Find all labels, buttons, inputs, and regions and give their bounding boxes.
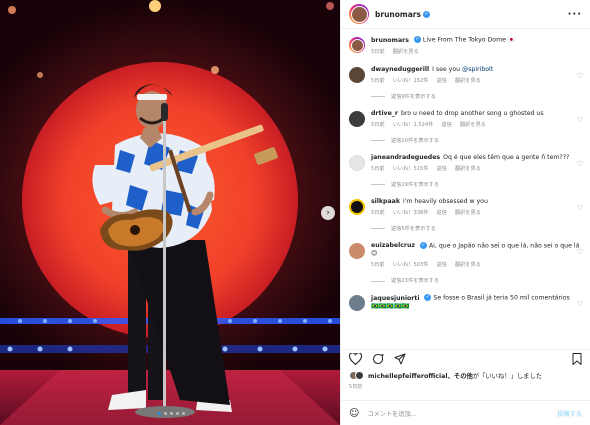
view-replies[interactable]: 返信9件を表示する [371,93,583,101]
comment-icon[interactable] [372,353,384,365]
translate-button[interactable]: 翻訳を見る [455,209,481,217]
reply-button[interactable]: 返信 [437,261,447,269]
concert-image [0,0,340,425]
liked-by-others[interactable]: 、その他 [448,373,473,380]
heart-icon[interactable]: ♡ [577,204,583,212]
commenter-avatar[interactable] [349,154,365,171]
post-side-panel: brunomars ✓ ··· brunomars ✓ Live From The… [340,0,590,425]
liked-by-tail: が「いいね！」しました [472,373,543,380]
comment-time: 5日前 [371,165,385,172]
caption-username[interactable]: brunomars [371,37,409,44]
comment-emoji: 😊 [371,250,378,257]
view-replies[interactable]: 返信5件を表示する [371,225,583,233]
heart-icon[interactable]: ♡ [577,72,583,80]
heart-icon[interactable]: ♡ [577,116,583,124]
commenter-avatar[interactable] [349,198,365,215]
reply-button[interactable]: 返信 [441,121,451,129]
comment-item: dwayneduggerill I see you @spiribolt 5日前 い… [349,66,583,101]
more-icon[interactable]: ··· [568,9,582,20]
caption-translate[interactable]: 翻訳を見る [393,48,419,56]
caption-text: Live From The Tokyo Dome [422,36,506,44]
liker-avatar[interactable] [355,371,364,380]
comment-item: drtive_r bro u need to drop another song … [349,110,583,145]
comment-item: euizabelcruz ✓ Ai, que o Japão não sei o … [349,241,583,286]
add-comment-bar: ☺ コメントを追加... 投稿する [341,400,590,425]
commenter-username[interactable]: euizabelcruz [371,242,415,249]
view-replies[interactable]: 返信23件を表示する [371,277,583,285]
commenter-username[interactable]: dwayneduggerill [371,66,429,73]
commenter-username[interactable]: drtive_r [371,110,398,117]
translate-button[interactable]: 翻訳を見る [455,165,481,173]
heart-icon[interactable]: ♡ [577,300,583,308]
next-image-button[interactable]: › [321,206,335,220]
heart-icon[interactable] [349,352,362,365]
translate-button[interactable]: 翻訳を見る [460,121,486,129]
post-header: brunomars ✓ ··· [341,0,590,29]
author-avatar-small[interactable] [349,37,365,53]
commenter-username[interactable]: janeandradeguedes [371,154,440,161]
caption: brunomars ✓ Live From The Tokyo Dome 🇯🇵 5… [349,36,583,56]
share-icon[interactable] [394,353,406,365]
author-username[interactable]: brunomars [375,10,421,19]
comment-text: i'm heavily obsessed w you [402,197,488,205]
commenter-avatar[interactable] [349,242,365,259]
view-replies[interactable]: 返信10件を表示する [371,137,583,145]
verified-icon: ✓ [413,36,421,43]
comment-likes[interactable]: いいね！503件 [393,261,429,269]
carousel-indicator [158,412,185,415]
comment-text: I see you [432,65,463,73]
comment-likes[interactable]: いいね！515件 [393,165,429,173]
comment-time: 5日前 [371,262,385,268]
comment-likes[interactable]: いいね！338件 [393,209,429,217]
comment-time: 5日前 [371,209,385,216]
comment-time: 5日前 [371,121,385,128]
verified-icon: ✓ [424,294,432,301]
comment-likes[interactable]: いいね！152件 [393,77,429,85]
post-button[interactable]: 投稿する [557,409,582,418]
commenter-username[interactable]: jaquesjuniorti [371,295,419,302]
comments-list[interactable]: brunomars ✓ Live From The Tokyo Dome 🇯🇵 5… [341,29,590,347]
comment-mention[interactable]: @spiribolt [462,66,493,73]
caption-time: 5日前 [371,48,385,55]
comment-text: Ai, que o Japão não sei o que lá, não se… [428,242,580,249]
reply-button[interactable]: 返信 [437,77,447,85]
action-bar [341,349,590,365]
heart-icon[interactable]: ♡ [577,160,583,168]
post-date: 5日前 [349,384,363,390]
comment-item: jaquesjuniorti ✓ Se fosse o Brasil já ter… [349,294,583,311]
emoji-icon[interactable]: ☺ [349,408,359,419]
caption-flag: 🇯🇵 [507,36,516,44]
author-avatar[interactable] [349,4,369,24]
comment-input[interactable]: コメントを追加... [367,409,557,418]
comment-text: Se fosse o Brasil já teria 50 mil coment… [433,294,570,302]
verified-icon: ✓ [419,241,427,249]
verified-icon: ✓ [422,10,430,18]
reply-button[interactable]: 返信 [437,165,447,173]
liker-name[interactable]: michellepfeifferofficial [368,373,448,380]
comment-item: silkpaak i'm heavily obsessed w you 5日前 いい… [349,198,583,233]
comment-item: janeandradeguedes Oq é que eles têm que a… [349,154,583,189]
comment-text: Oq é que eles têm que a gente ñ tem??? [443,153,570,161]
heart-icon[interactable]: ♡ [577,248,583,256]
commenter-avatar[interactable] [349,295,365,311]
comment-flags: 🇧🇷🇧🇷🇧🇷🇧🇷🇧🇷 [371,302,410,310]
reply-button[interactable]: 返信 [437,209,447,217]
commenter-username[interactable]: silkpaak [371,198,400,205]
comment-text: bro u need to drop another song u ghoste… [400,109,544,117]
commenter-avatar[interactable] [349,66,365,83]
translate-button[interactable]: 翻訳を見る [455,77,481,85]
translate-button[interactable]: 翻訳を見る [455,261,481,269]
view-replies[interactable]: 返信19件を表示する [371,181,583,189]
post-photo[interactable]: › [0,0,340,425]
comment-time: 5日前 [371,77,385,84]
comment-likes[interactable]: いいね！1,524件 [393,121,434,129]
commenter-avatar[interactable] [349,110,365,127]
bookmark-icon[interactable] [572,352,582,365]
liked-by: michellepfeifferofficial、その他が「いいね！」しました [349,371,542,380]
